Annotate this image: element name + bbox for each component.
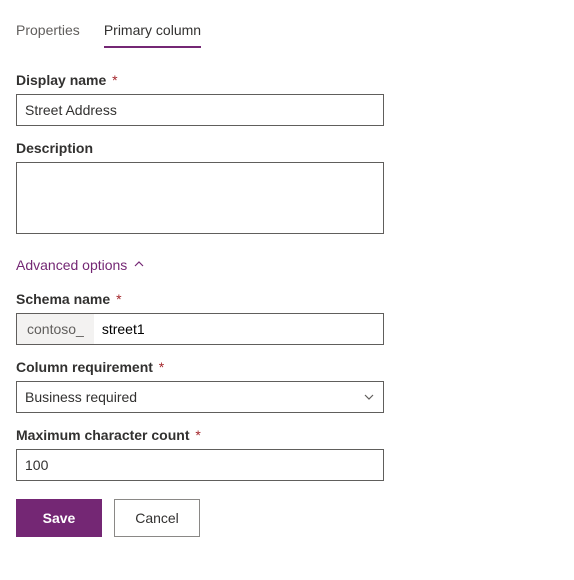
description-label: Description: [16, 140, 384, 156]
required-marker: *: [159, 359, 164, 375]
field-description: Description: [16, 140, 384, 237]
field-schema-name: Schema name * contoso_: [16, 291, 384, 345]
label-text: Column requirement: [16, 359, 153, 375]
tab-bar: Properties Primary column: [16, 16, 558, 48]
display-name-label: Display name *: [16, 72, 384, 88]
max-char-count-label: Maximum character count *: [16, 427, 384, 443]
save-button[interactable]: Save: [16, 499, 102, 537]
column-requirement-select[interactable]: Business required: [16, 381, 384, 413]
primary-column-form: Display name * Description Advanced opti…: [16, 72, 384, 537]
max-char-count-input[interactable]: [16, 449, 384, 481]
display-name-input[interactable]: [16, 94, 384, 126]
advanced-options-toggle[interactable]: Advanced options: [16, 257, 145, 273]
required-marker: *: [195, 427, 200, 443]
column-requirement-value: Business required: [25, 389, 137, 405]
button-row: Save Cancel: [16, 499, 384, 537]
chevron-up-icon: [133, 257, 145, 273]
description-input[interactable]: [16, 162, 384, 234]
advanced-options-label: Advanced options: [16, 257, 127, 273]
label-text: Display name: [16, 72, 106, 88]
tab-primary-column[interactable]: Primary column: [104, 16, 201, 48]
field-column-requirement: Column requirement * Business required: [16, 359, 384, 413]
schema-name-input-wrap: contoso_: [16, 313, 384, 345]
chevron-down-icon: [363, 391, 375, 403]
label-text: Maximum character count: [16, 427, 190, 443]
cancel-button[interactable]: Cancel: [114, 499, 200, 537]
schema-name-label: Schema name *: [16, 291, 384, 307]
required-marker: *: [112, 72, 117, 88]
tab-properties[interactable]: Properties: [16, 16, 80, 48]
label-text: Schema name: [16, 291, 110, 307]
field-display-name: Display name *: [16, 72, 384, 126]
schema-name-prefix: contoso_: [17, 314, 94, 344]
column-requirement-label: Column requirement *: [16, 359, 384, 375]
field-max-char-count: Maximum character count *: [16, 427, 384, 481]
required-marker: *: [116, 291, 121, 307]
schema-name-input[interactable]: [94, 314, 383, 344]
